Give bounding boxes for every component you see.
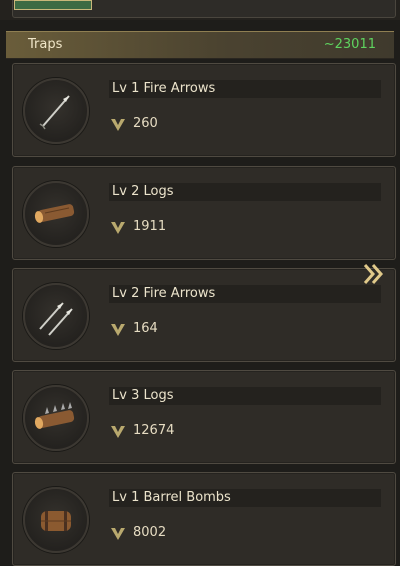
spiked-logs-icon	[23, 385, 89, 451]
fire-arrows-icon	[23, 283, 89, 349]
power-icon	[111, 222, 125, 234]
trap-list: Lv 1 Fire Arrows 260 Lv 2 Logs 1911 Lv 2…	[0, 0, 400, 566]
item-name: Lv 1 Fire Arrows	[109, 80, 381, 98]
item-name: Lv 2 Fire Arrows	[109, 285, 381, 303]
power-icon	[111, 426, 125, 438]
item-name: Lv 1 Barrel Bombs	[109, 489, 381, 507]
logs-icon	[23, 181, 89, 247]
list-item[interactable]: Lv 2 Logs 1911	[12, 166, 396, 260]
list-item[interactable]: Lv 2 Fire Arrows 164	[12, 268, 396, 362]
power-value: 164	[133, 321, 158, 336]
item-name: Lv 3 Logs	[109, 387, 381, 405]
power-icon	[111, 119, 125, 131]
list-item[interactable]: Lv 1 Fire Arrows 260	[12, 63, 396, 157]
list-item[interactable]: Lv 3 Logs 12674	[12, 370, 396, 464]
barrel-bombs-icon	[23, 487, 89, 553]
fire-arrows-icon	[23, 78, 89, 144]
power-value: 1911	[133, 219, 167, 234]
power-icon	[111, 324, 125, 336]
power-value: 8002	[133, 525, 167, 540]
power-icon	[111, 528, 125, 540]
list-item[interactable]: Lv 1 Barrel Bombs 8002	[12, 472, 396, 566]
power-value: 12674	[133, 423, 175, 438]
item-name: Lv 2 Logs	[109, 183, 381, 201]
chevron-right-icon[interactable]	[362, 262, 388, 286]
power-value: 260	[133, 116, 158, 131]
